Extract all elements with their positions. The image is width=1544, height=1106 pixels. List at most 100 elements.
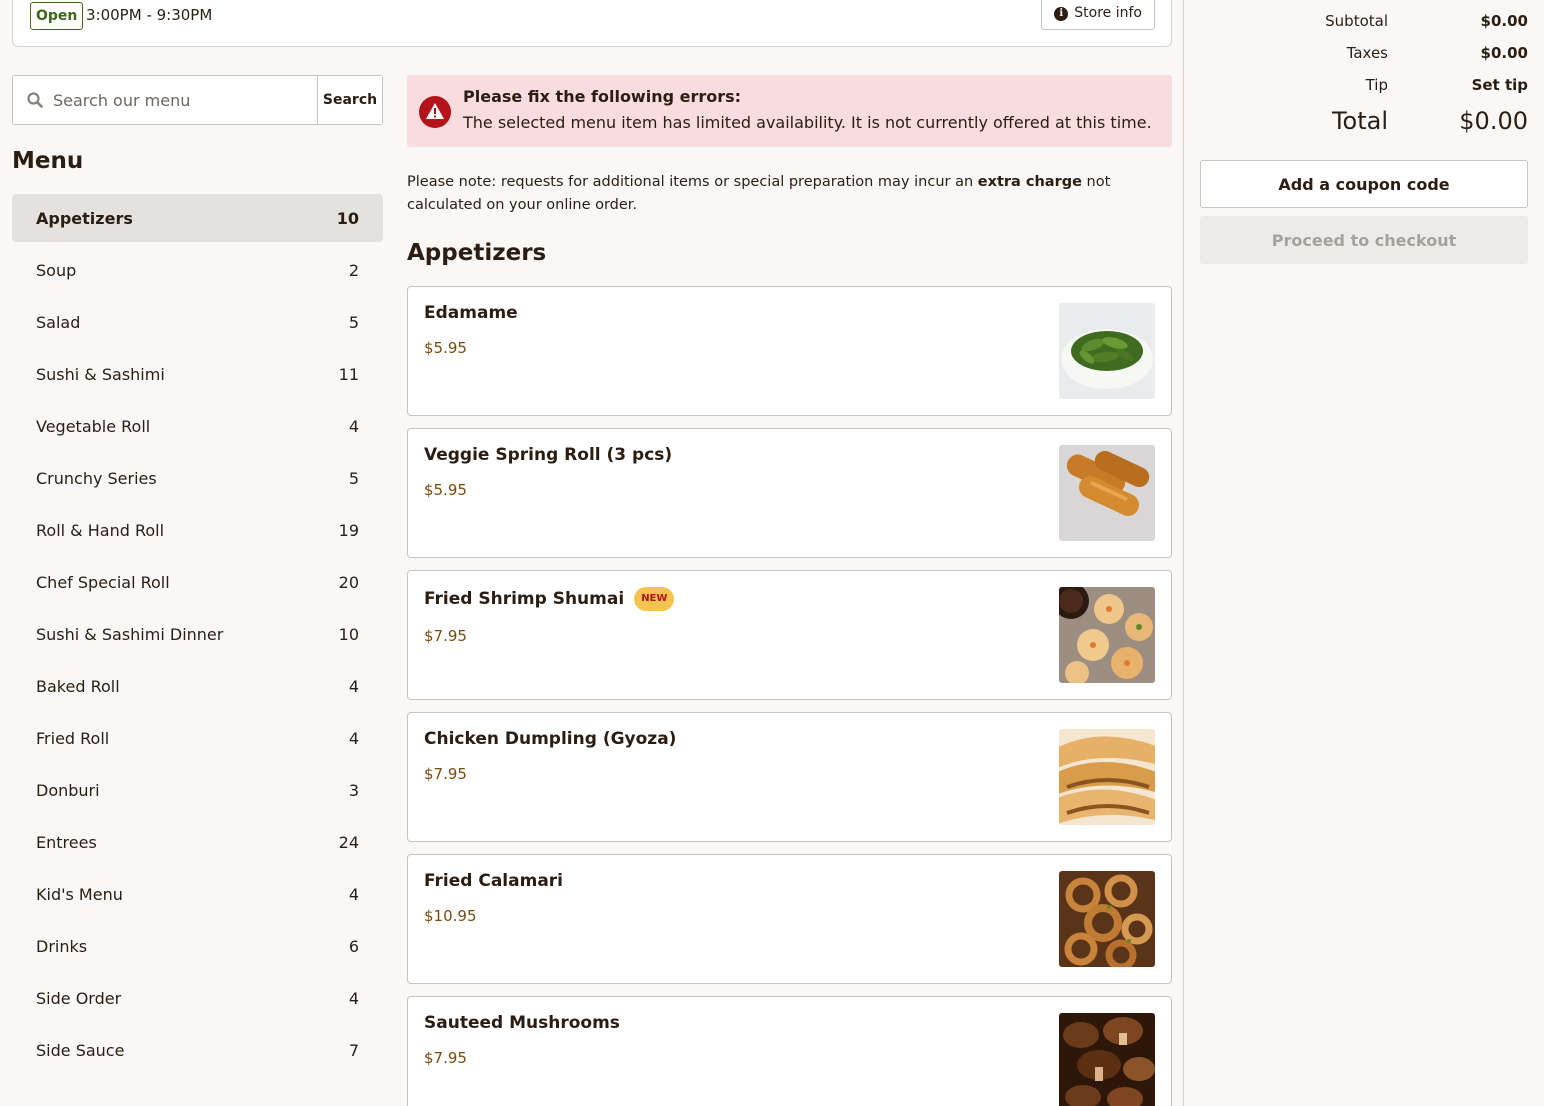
menu-item-card[interactable]: Veggie Spring Roll (3 pcs) $5.95 [407,428,1172,558]
menu-search: Search [12,75,383,125]
tip-label: Tip [1365,76,1388,94]
category-count: 10 [336,208,359,228]
gyoza-image [1059,729,1155,825]
open-status-badge: Open [30,2,84,30]
subtotal-row: Subtotal $0.00 [1200,12,1528,30]
category-item[interactable]: Entrees 24 [12,818,383,866]
note-bold-text: extra charge [977,174,1082,190]
category-item[interactable]: Appetizers 10 [12,194,383,242]
category-label: Chef Special Roll [36,572,170,592]
taxes-row: Taxes $0.00 [1200,44,1528,62]
menu-item-card[interactable]: Edamame $5.95 [407,286,1172,416]
category-item[interactable]: Side Sauce 7 [12,1026,383,1074]
category-count: 19 [338,520,359,540]
note-text: Please note: requests for additional ite… [407,174,978,190]
total-value: $0.00 [1459,107,1528,135]
menu-item-card[interactable]: Fried Shrimp Shumai NEW $7.95 [407,570,1172,700]
store-info-label: Store info [1074,5,1142,21]
category-label: Salad [36,312,81,332]
item-name-text: Fried Calamari [424,871,563,891]
search-icon [13,76,53,124]
category-count: 2 [348,260,359,280]
menu-item-card[interactable]: Chicken Dumpling (Gyoza) $7.95 [407,712,1172,842]
category-label: Sushi & Sashimi [36,364,165,384]
menu-item-list: Edamame $5.95 Veggie Spring Roll (3 pcs)… [407,286,1172,1106]
item-price: $10.95 [424,907,477,925]
category-count: 20 [338,572,359,592]
item-name-text: Edamame [424,303,518,323]
item-price: $5.95 [424,481,467,499]
proceed-to-checkout-button[interactable]: Proceed to checkout [1200,216,1528,264]
category-list: Appetizers 10 Soup 2 Salad 5 Sushi & Sashim… [12,194,383,1078]
category-item[interactable]: Soup 2 [12,246,383,294]
category-label: Baked Roll [36,676,120,696]
new-badge: NEW [634,587,675,611]
info-icon: i [1054,6,1069,21]
category-item[interactable]: Roll & Hand Roll 19 [12,506,383,554]
category-label: Vegetable Roll [36,416,151,436]
search-input[interactable] [53,76,317,124]
item-price: $7.95 [424,627,467,645]
category-item[interactable]: Salad 5 [12,298,383,346]
item-name: Fried Calamari [424,871,563,891]
item-name: Veggie Spring Roll (3 pcs) [424,445,672,465]
store-hours: 3:00PM - 9:30PM [86,6,213,24]
total-row: Total $0.00 [1200,107,1528,135]
column-divider [1183,0,1184,1106]
category-count: 24 [338,832,359,852]
category-label: Side Order [36,988,122,1008]
item-price: $7.95 [424,1049,467,1067]
add-coupon-button[interactable]: Add a coupon code [1200,160,1528,208]
category-count: 11 [338,364,359,384]
search-button[interactable]: Search [317,76,382,124]
section-heading: Appetizers [407,240,547,266]
category-item[interactable]: Kid's Menu 4 [12,870,383,918]
category-item[interactable]: Crunchy Series 5 [12,454,383,502]
category-item[interactable]: Drinks 6 [12,922,383,970]
item-name: Fried Shrimp Shumai NEW [424,587,675,611]
category-count: 4 [348,416,359,436]
category-count: 4 [348,728,359,748]
category-item[interactable]: Chef Special Roll 20 [12,558,383,606]
error-message: The selected menu item has limited avail… [463,113,1152,132]
category-item[interactable]: Baked Roll 4 [12,662,383,710]
menu-item-card[interactable]: Fried Calamari $10.95 [407,854,1172,984]
mushrooms-image [1059,1013,1155,1106]
category-count: 3 [348,780,359,800]
category-item[interactable]: Side Order 4 [12,974,383,1022]
category-label: Side Sauce [36,1040,125,1060]
category-count: 7 [348,1040,359,1060]
category-label: Donburi [36,780,100,800]
category-item[interactable]: Fried Roll 4 [12,714,383,762]
category-item[interactable]: Sushi & Sashimi 11 [12,350,383,398]
category-item[interactable]: Vegetable Roll 4 [12,402,383,450]
category-label: Kid's Menu [36,884,123,904]
item-name-text: Chicken Dumpling (Gyoza) [424,729,677,749]
category-count: 5 [348,468,359,488]
item-price: $7.95 [424,765,467,783]
store-info-button[interactable]: i Store info [1041,0,1155,30]
category-label: Crunchy Series [36,468,157,488]
category-label: Soup [36,260,77,280]
item-name: Chicken Dumpling (Gyoza) [424,729,676,749]
set-tip-link[interactable]: Set tip [1472,76,1528,94]
calamari-image [1059,871,1155,967]
category-label: Sushi & Sashimi Dinner [36,624,224,644]
category-item[interactable]: Donburi 3 [12,766,383,814]
category-item[interactable]: Sushi & Sashimi Dinner 10 [12,610,383,658]
item-name-text: Veggie Spring Roll (3 pcs) [424,445,673,465]
item-name: Edamame [424,303,518,323]
warning-icon [419,96,451,128]
shumai-image [1059,587,1155,683]
taxes-label: Taxes [1346,44,1388,62]
spring-roll-image [1059,445,1155,541]
category-count: 6 [348,936,359,956]
item-name-text: Sauteed Mushrooms [424,1013,620,1033]
category-count: 4 [348,988,359,1008]
menu-item-card[interactable]: Sauteed Mushrooms $7.95 [407,996,1172,1106]
edamame-image [1059,303,1155,399]
category-count: 4 [348,884,359,904]
error-alert: Please fix the following errors: The sel… [407,75,1172,147]
extra-charge-note: Please note: requests for additional ite… [407,171,1172,217]
category-count: 10 [338,624,359,644]
